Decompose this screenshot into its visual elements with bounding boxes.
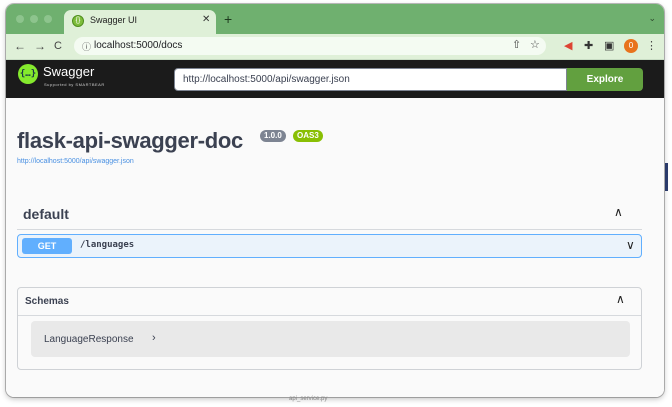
tag-default-title[interactable]: default [23, 206, 69, 222]
browser-tab[interactable]: {} Swagger UI ✕ [64, 10, 216, 34]
api-title: flask-api-swagger-doc [17, 128, 243, 153]
share-icon[interactable]: ⇧ [512, 38, 521, 51]
url-text: localhost:5000/docs [94, 40, 183, 51]
browser-menu-icon[interactable]: ⋮ [646, 39, 657, 52]
oas-badge: OAS3 [293, 130, 323, 142]
swagger-favicon-icon: {} [72, 15, 84, 27]
tab-search-icon[interactable]: ⌄ [648, 13, 656, 24]
tag-divider [17, 229, 642, 230]
schemas-title[interactable]: Schemas [25, 296, 69, 307]
swagger-topbar: {…} Swagger Supported by SMARTBEAR http:… [6, 60, 664, 98]
side-panel-icon[interactable]: ▣ [604, 39, 614, 52]
method-badge: GET [22, 238, 72, 254]
forward-button[interactable]: → [34, 39, 46, 53]
tab-close-icon[interactable]: ✕ [202, 14, 210, 25]
tab-title: Swagger UI [90, 15, 138, 25]
new-tab-button[interactable]: + [224, 11, 232, 27]
swagger-content: flask-api-swagger-doc 1.0.0 OAS3 http://… [6, 98, 664, 397]
back-button[interactable]: ← [14, 39, 26, 53]
operation-path: /languages [80, 240, 135, 250]
extension-icon[interactable]: ◀ [564, 39, 572, 52]
tab-strip: {} Swagger UI ✕ + ⌄ [6, 4, 664, 34]
chevron-down-icon[interactable]: ∨ [626, 238, 635, 252]
chevron-right-icon[interactable]: › [152, 332, 156, 344]
spec-url-input[interactable]: http://localhost:5000/api/swagger.json [174, 68, 567, 91]
version-badge: 1.0.0 [260, 130, 286, 142]
close-window-button[interactable] [16, 15, 24, 23]
site-info-icon[interactable]: ⓘ [82, 40, 91, 53]
zoom-window-button[interactable] [44, 15, 52, 23]
model-language-response[interactable]: LanguageResponse › [31, 321, 630, 357]
schemas-section: Schemas ∧ LanguageResponse › [17, 287, 642, 370]
browser-toolbar: ← → C ⓘ localhost:5000/docs ⇧ ☆ ◀ ✚ ▣ 0 … [6, 34, 664, 60]
minimize-window-button[interactable] [30, 15, 38, 23]
profile-avatar[interactable]: 0 [624, 39, 638, 53]
background-text: api_service.py [289, 396, 328, 402]
chevron-up-icon[interactable]: ∧ [616, 292, 625, 306]
swagger-logo-subtitle: Supported by SMARTBEAR [44, 82, 105, 87]
bookmark-star-icon[interactable]: ☆ [530, 38, 540, 51]
schemas-divider [18, 315, 641, 316]
spec-link[interactable]: http://localhost:5000/api/swagger.json [17, 158, 134, 165]
swagger-logo-text: Swagger [43, 64, 95, 79]
background-window-edge [665, 163, 668, 191]
operation-get-languages[interactable]: GET /languages ∨ [17, 234, 642, 258]
reload-button[interactable]: C [54, 40, 62, 52]
browser-window: {} Swagger UI ✕ + ⌄ ← → C ⓘ localhost:50… [6, 4, 664, 397]
model-name: LanguageResponse [44, 334, 134, 345]
address-bar[interactable]: ⓘ localhost:5000/docs ⇧ ☆ [74, 37, 546, 55]
extensions-puzzle-icon[interactable]: ✚ [584, 39, 593, 52]
explore-button[interactable]: Explore [567, 68, 643, 91]
swagger-logo-icon: {…} [18, 64, 38, 84]
chevron-up-icon[interactable]: ∧ [614, 205, 623, 219]
